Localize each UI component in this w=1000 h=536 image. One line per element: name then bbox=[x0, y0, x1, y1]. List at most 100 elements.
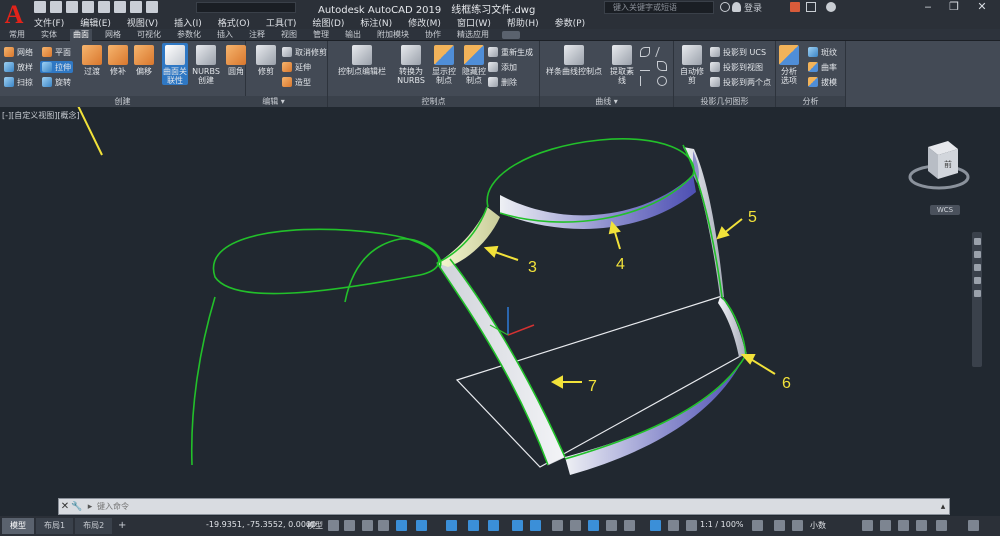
tab-annotate[interactable]: 注释 bbox=[246, 29, 268, 41]
tab-view[interactable]: 视图 bbox=[278, 29, 300, 41]
tab-visualize[interactable]: 可视化 bbox=[134, 29, 164, 41]
surface-7[interactable] bbox=[436, 256, 566, 466]
restore-icon[interactable]: ❐ bbox=[944, 0, 964, 15]
viewcube[interactable]: 前 bbox=[908, 127, 970, 207]
login-cloud-icon[interactable] bbox=[98, 1, 110, 13]
tab-model[interactable]: 模型 bbox=[2, 518, 34, 534]
extract-isolines-button[interactable]: 提取素线 bbox=[610, 45, 634, 85]
object-snap-icon[interactable] bbox=[488, 520, 499, 531]
clean-screen-icon[interactable] bbox=[936, 520, 947, 531]
save-as-icon[interactable] bbox=[82, 1, 94, 13]
tab-insert[interactable]: 插入 bbox=[214, 29, 236, 41]
open-icon[interactable] bbox=[50, 1, 62, 13]
quick-properties-icon[interactable] bbox=[862, 520, 873, 531]
tab-featured-apps[interactable]: 精选应用 bbox=[454, 29, 492, 41]
remove-cv-button[interactable]: 删除 bbox=[488, 77, 517, 87]
lock-ui-icon[interactable] bbox=[880, 520, 891, 531]
close-icon[interactable]: ✕ bbox=[59, 501, 71, 512]
menu-parametric[interactable]: 参数(P) bbox=[555, 16, 585, 29]
curvature-button[interactable]: 曲率 bbox=[808, 62, 837, 72]
tab-addins[interactable]: 附加模块 bbox=[374, 29, 412, 41]
menu-view[interactable]: 视图(V) bbox=[127, 16, 158, 29]
annotation-monitor-icon[interactable] bbox=[774, 520, 785, 531]
units-readout[interactable]: 小数 bbox=[810, 520, 826, 531]
line-icon[interactable] bbox=[654, 47, 669, 57]
tab-home[interactable]: 常用 bbox=[6, 29, 28, 41]
add-layout-button[interactable]: + bbox=[116, 520, 128, 532]
user-icon[interactable] bbox=[732, 2, 741, 12]
app-menu-button[interactable]: A bbox=[0, 0, 28, 30]
tab-manage[interactable]: 管理 bbox=[310, 29, 332, 41]
wire-left-drop[interactable] bbox=[190, 296, 216, 466]
auto-scale-icon[interactable] bbox=[668, 520, 679, 531]
menu-insert[interactable]: 插入(I) bbox=[174, 16, 202, 29]
coordinate-readout[interactable]: -19.9351, -75.3552, 0.0000 bbox=[206, 520, 316, 529]
workspace-dropdown[interactable] bbox=[196, 2, 296, 13]
extend-button[interactable]: 延伸 bbox=[282, 62, 311, 72]
fillet-button[interactable]: 圆角 bbox=[226, 45, 246, 76]
wcs-menu[interactable]: WCS bbox=[930, 205, 960, 215]
steering-wheel-icon[interactable] bbox=[973, 238, 981, 245]
selection-cycling-icon[interactable] bbox=[552, 520, 563, 531]
tab-mesh[interactable]: 网格 bbox=[102, 29, 124, 41]
sweep-button[interactable]: 扫掠 bbox=[4, 77, 33, 87]
project-to-ucs-button[interactable]: 投影到 UCS bbox=[710, 47, 766, 57]
new-icon[interactable] bbox=[34, 1, 46, 13]
showmotion-icon[interactable] bbox=[973, 290, 981, 297]
recent-commands-icon[interactable]: ▸ bbox=[83, 502, 97, 512]
dynamic-ucs-icon[interactable] bbox=[588, 520, 599, 531]
auto-trim-button[interactable]: 自动修剪 bbox=[680, 45, 704, 85]
close-icon[interactable]: ✕ bbox=[972, 0, 992, 15]
annotation-visibility-icon[interactable] bbox=[650, 520, 661, 531]
sculpt-button[interactable]: 造型 bbox=[282, 77, 311, 87]
search-input[interactable]: 键入关键字或短语 bbox=[604, 1, 714, 14]
menu-draw[interactable]: 绘图(D) bbox=[312, 16, 344, 29]
surface-6[interactable] bbox=[718, 297, 746, 357]
autodesk-app-store-icon[interactable] bbox=[790, 2, 800, 12]
spline-cv-button[interactable]: 样条曲线控制点 bbox=[546, 45, 602, 76]
minimize-icon[interactable]: ‒ bbox=[918, 0, 938, 15]
hide-cv-button[interactable]: 隐藏控制点 bbox=[460, 45, 488, 85]
3d-object-snap-icon[interactable] bbox=[570, 520, 581, 531]
network-button[interactable]: 网络 bbox=[4, 47, 33, 57]
print-icon[interactable] bbox=[114, 1, 126, 13]
workspace-gear-icon[interactable] bbox=[752, 520, 763, 531]
helix-icon[interactable] bbox=[640, 75, 650, 86]
lineweight-icon[interactable] bbox=[512, 520, 523, 531]
customization-menu-icon[interactable] bbox=[968, 520, 979, 531]
rebuild-button[interactable]: 重新生成 bbox=[488, 47, 533, 57]
wire-left-loop[interactable] bbox=[344, 238, 442, 303]
trim-button[interactable]: 修剪 bbox=[256, 45, 276, 76]
menu-format[interactable]: 格式(O) bbox=[218, 16, 250, 29]
selection-filter-icon[interactable] bbox=[606, 520, 617, 531]
redo-icon[interactable] bbox=[146, 1, 158, 13]
grid-icon[interactable] bbox=[328, 520, 339, 531]
orbit-icon[interactable] bbox=[973, 277, 981, 284]
tab-collaborate[interactable]: 协作 bbox=[422, 29, 444, 41]
chevron-up-icon[interactable]: ▴ bbox=[937, 502, 949, 512]
cv-edit-bar-button[interactable]: 控制点编辑栏 bbox=[338, 45, 386, 76]
convert-to-nurbs-button[interactable]: 转换为NURBS bbox=[396, 45, 426, 85]
show-cv-button[interactable]: 显示控制点 bbox=[430, 45, 458, 85]
extrude-button[interactable]: 拉伸 bbox=[40, 61, 73, 73]
surface-associativity-button[interactable]: 曲面关联性 bbox=[162, 43, 188, 85]
dynamic-input-icon[interactable] bbox=[378, 520, 389, 531]
menu-dimension[interactable]: 标注(N) bbox=[360, 16, 392, 29]
search-icon[interactable] bbox=[720, 2, 730, 12]
blend-button[interactable]: 过渡 bbox=[82, 45, 102, 76]
menu-window[interactable]: 窗口(W) bbox=[457, 16, 491, 29]
analysis-options-button[interactable]: 分析选项 bbox=[778, 45, 800, 85]
tab-layout1[interactable]: 布局1 bbox=[36, 518, 74, 534]
tab-surface[interactable]: 曲面 bbox=[70, 28, 92, 41]
annotation-scale-icon[interactable] bbox=[686, 520, 697, 531]
transparency-icon[interactable] bbox=[530, 520, 541, 531]
menu-tools[interactable]: 工具(T) bbox=[266, 16, 297, 29]
surface-4[interactable] bbox=[500, 175, 696, 229]
ribbon-minimize-toggle[interactable] bbox=[502, 30, 520, 39]
infer-constraints-icon[interactable] bbox=[362, 520, 373, 531]
tab-output[interactable]: 输出 bbox=[342, 29, 364, 41]
revolve-button[interactable]: 旋转 bbox=[42, 77, 71, 87]
pan-icon[interactable] bbox=[973, 251, 981, 258]
save-icon[interactable] bbox=[66, 1, 78, 13]
polyline-icon[interactable] bbox=[640, 61, 650, 72]
